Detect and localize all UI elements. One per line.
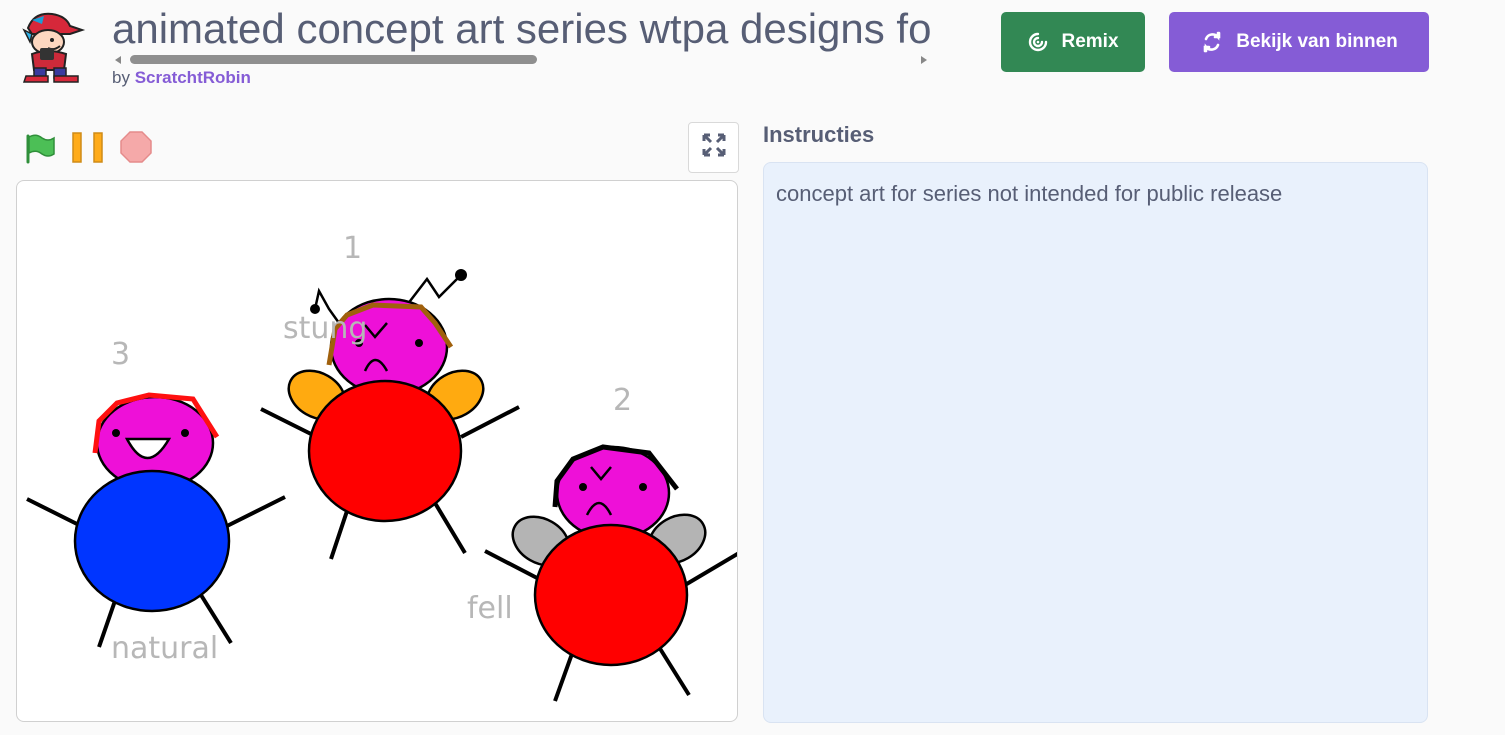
stage-label-two: 2 xyxy=(613,383,633,418)
project-title[interactable]: animated concept art series wtpa designs… xyxy=(112,4,930,54)
stop-icon[interactable] xyxy=(120,131,152,168)
project-header: animated concept art series wtpa designs… xyxy=(112,4,930,94)
scrollbar-thumb[interactable] xyxy=(130,55,537,64)
player-controls xyxy=(16,122,738,174)
stage-label-three: 3 xyxy=(111,337,131,372)
character-two xyxy=(484,444,737,702)
stage-label-stung: stung xyxy=(283,311,368,346)
author-link[interactable]: ScratchtRobin xyxy=(135,68,251,87)
stage-label-one: 1 xyxy=(343,231,363,266)
instructions-box: concept art for series not intended for … xyxy=(763,162,1428,723)
project-stage[interactable]: 1 stung 3 2 fell natural xyxy=(16,180,738,722)
green-flag-icon[interactable] xyxy=(24,132,56,169)
scroll-left-icon[interactable] xyxy=(115,56,121,64)
remix-label: Remix xyxy=(1061,31,1119,52)
stage-label-fell: fell xyxy=(467,591,513,626)
see-inside-icon xyxy=(1200,30,1224,54)
see-inside-label: Bekijk van binnen xyxy=(1236,31,1398,52)
author-avatar[interactable] xyxy=(14,8,90,84)
instructions-text: concept art for series not intended for … xyxy=(776,181,1283,206)
title-scrollbar[interactable] xyxy=(112,54,930,66)
remix-button[interactable]: Remix xyxy=(1001,12,1145,72)
pause-icon[interactable] xyxy=(72,132,104,169)
fullscreen-button[interactable] xyxy=(688,122,739,173)
character-three xyxy=(26,392,286,648)
instructions-heading: Instructies xyxy=(763,122,875,147)
remix-icon xyxy=(1027,31,1049,53)
see-inside-button[interactable]: Bekijk van binnen xyxy=(1169,12,1429,72)
scroll-right-icon[interactable] xyxy=(921,56,927,64)
byline: by ScratchtRobin xyxy=(112,68,251,88)
fullscreen-icon xyxy=(701,132,727,163)
by-prefix: by xyxy=(112,68,130,87)
stage-label-natural: natural xyxy=(111,631,219,666)
